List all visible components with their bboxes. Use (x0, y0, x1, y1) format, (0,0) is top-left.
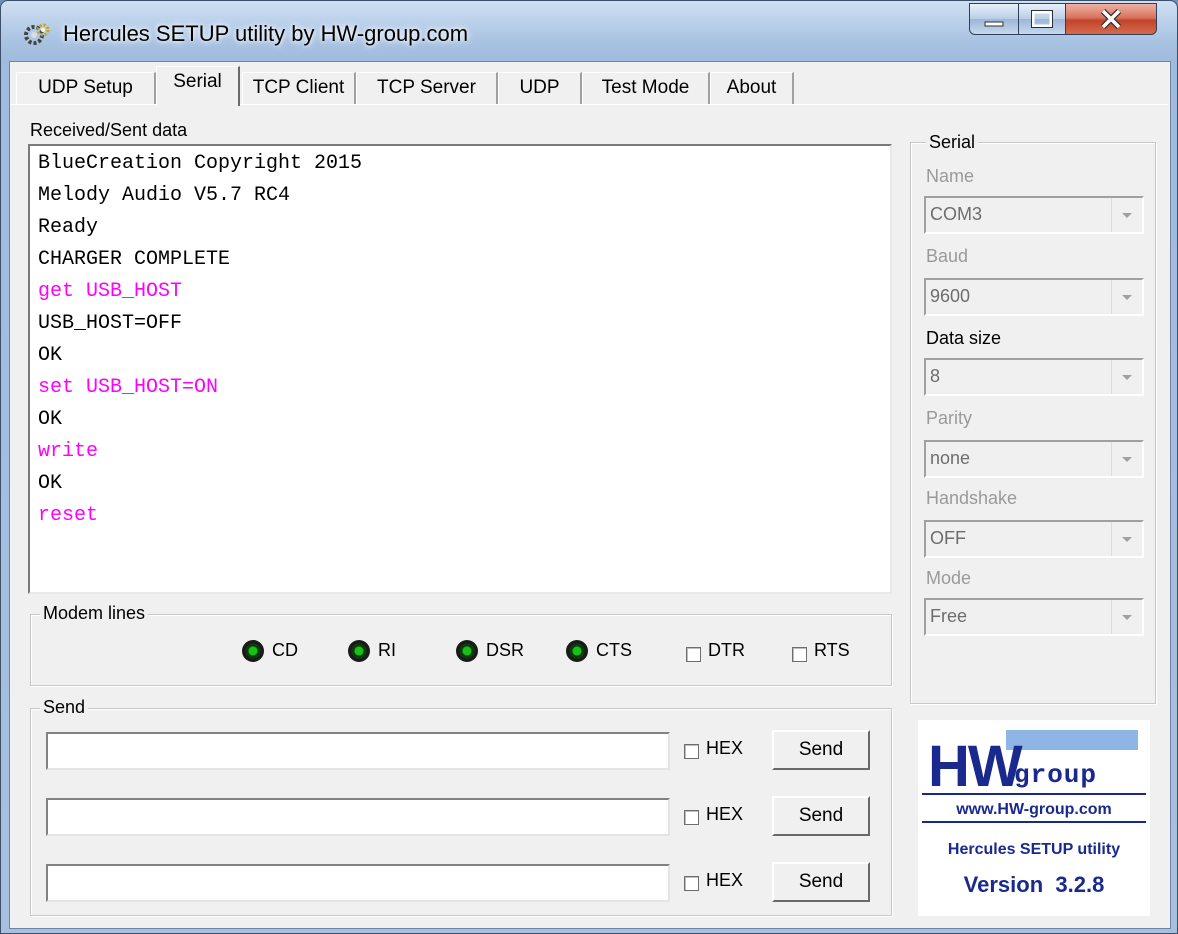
data-line: Melody Audio V5.7 RC4 (38, 184, 291, 207)
hex-label-3: HEX (706, 870, 744, 890)
tab-tcp-server[interactable]: TCP Server (356, 72, 498, 104)
logo-product: Hercules SETUP utility (948, 841, 1120, 858)
hex-checkbox-1[interactable] (684, 744, 699, 759)
chevron-down-icon[interactable] (1111, 442, 1142, 476)
send-button-3[interactable]: Send (772, 862, 870, 902)
minimize-icon (984, 21, 1004, 27)
maximize-icon (1031, 10, 1053, 28)
received-data-label: Received/Sent data (30, 120, 188, 140)
window-title: Hercules SETUP utility by HW-group.com (63, 21, 469, 46)
data-line: USB_HOST=OFF (38, 312, 183, 335)
hw-group-logo-graphic: HW group www.HW-group.com Hercules SETUP… (922, 730, 1146, 897)
send-input-2[interactable] (46, 798, 670, 836)
mode-label: Mode (926, 568, 972, 588)
logo-hw-text: HW (928, 734, 1023, 799)
hex-label-1: HEX (706, 738, 744, 758)
name-label: Name (926, 166, 975, 186)
maximize-button[interactable] (1018, 3, 1066, 35)
data-line: OK (38, 472, 63, 495)
dtr-checkbox[interactable] (686, 647, 701, 662)
chevron-down-icon[interactable] (1111, 198, 1142, 232)
send-input-1[interactable] (46, 732, 670, 770)
data-line: OK (38, 344, 63, 367)
data-size-value: 8 (930, 366, 941, 386)
baud-label: Baud (926, 246, 969, 266)
tab-tcp-client[interactable]: TCP Client (242, 72, 356, 104)
handshake-select[interactable]: OFF (924, 520, 1144, 558)
send-button-1[interactable]: Send (772, 730, 870, 770)
chevron-down-icon[interactable] (1111, 522, 1142, 556)
cd-led-icon (242, 640, 264, 662)
tab-about[interactable]: About (710, 72, 794, 104)
chevron-down-icon[interactable] (1111, 280, 1142, 314)
ri-led-icon (348, 640, 370, 662)
dsr-led-icon (456, 640, 478, 662)
send-title: Send (40, 697, 89, 718)
hw-group-logo[interactable]: HW group www.HW-group.com Hercules SETUP… (918, 720, 1150, 916)
data-size-select[interactable]: 8 (924, 358, 1144, 396)
mode-select[interactable]: Free (924, 598, 1144, 636)
cts-label: CTS (596, 640, 632, 660)
handshake-value: OFF (930, 528, 966, 548)
data-line: set USB_HOST=ON (38, 376, 219, 399)
tab-test-mode[interactable]: Test Mode (582, 72, 710, 104)
ri-label: RI (378, 640, 396, 660)
data-line: reset (38, 504, 99, 527)
minimize-button[interactable] (969, 3, 1019, 35)
handshake-label: Handshake (926, 488, 1018, 508)
data-size-label: Data size (926, 328, 1002, 348)
data-line: write (38, 440, 99, 463)
baud-value: 9600 (930, 286, 971, 306)
data-line: get USB_HOST (38, 280, 183, 303)
rts-checkbox[interactable] (792, 647, 807, 662)
cd-label: CD (272, 640, 298, 660)
cts-led-icon (566, 640, 588, 662)
logo-url: www.HW-group.com (955, 801, 1112, 818)
logo-group-text: group (1014, 760, 1097, 790)
tab-strip: UDP Setup Serial TCP Client TCP Server U… (10, 62, 1170, 106)
client-area: UDP Setup Serial TCP Client TCP Server U… (9, 61, 1171, 929)
tab-udp[interactable]: UDP (498, 72, 582, 104)
tab-udp-setup[interactable]: UDP Setup (16, 72, 156, 104)
rts-label: RTS (814, 640, 850, 660)
parity-value: none (930, 448, 971, 468)
name-value: COM3 (930, 204, 983, 224)
logo-bar (1006, 730, 1138, 750)
send-button-2[interactable]: Send (772, 796, 870, 836)
logo-version: Version 3.2.8 (964, 872, 1105, 897)
data-line: BlueCreation Copyright 2015 (38, 152, 363, 175)
hex-label-2: HEX (706, 804, 744, 824)
baud-select[interactable]: 9600 (924, 278, 1144, 316)
mode-value: Free (930, 606, 968, 626)
app-window: Hercules SETUP utility by HW-group.com U… (0, 0, 1178, 934)
received-data-textarea[interactable]: BlueCreation Copyright 2015 Melody Audio… (28, 144, 892, 594)
dtr-label: DTR (708, 640, 745, 660)
close-icon (1100, 8, 1122, 30)
send-input-3[interactable] (46, 864, 670, 902)
parity-select[interactable]: none (924, 440, 1144, 478)
tab-serial[interactable]: Serial (156, 66, 240, 106)
name-select[interactable]: COM3 (924, 196, 1144, 234)
chevron-down-icon[interactable] (1111, 600, 1142, 634)
serial-settings-title: Serial (926, 132, 979, 153)
title-bar[interactable]: Hercules SETUP utility by HW-group.com (1, 1, 1177, 61)
hex-checkbox-2[interactable] (684, 810, 699, 825)
dsr-label: DSR (486, 640, 525, 660)
data-line: OK (38, 408, 63, 431)
modem-lines-title: Modem lines (40, 603, 149, 624)
app-gear-icon (24, 23, 50, 45)
chevron-down-icon[interactable] (1111, 360, 1142, 394)
data-line: CHARGER COMPLETE (38, 248, 231, 271)
parity-label: Parity (926, 408, 973, 428)
close-button[interactable] (1065, 3, 1157, 35)
hex-checkbox-3[interactable] (684, 876, 699, 891)
data-line: Ready (38, 216, 99, 239)
